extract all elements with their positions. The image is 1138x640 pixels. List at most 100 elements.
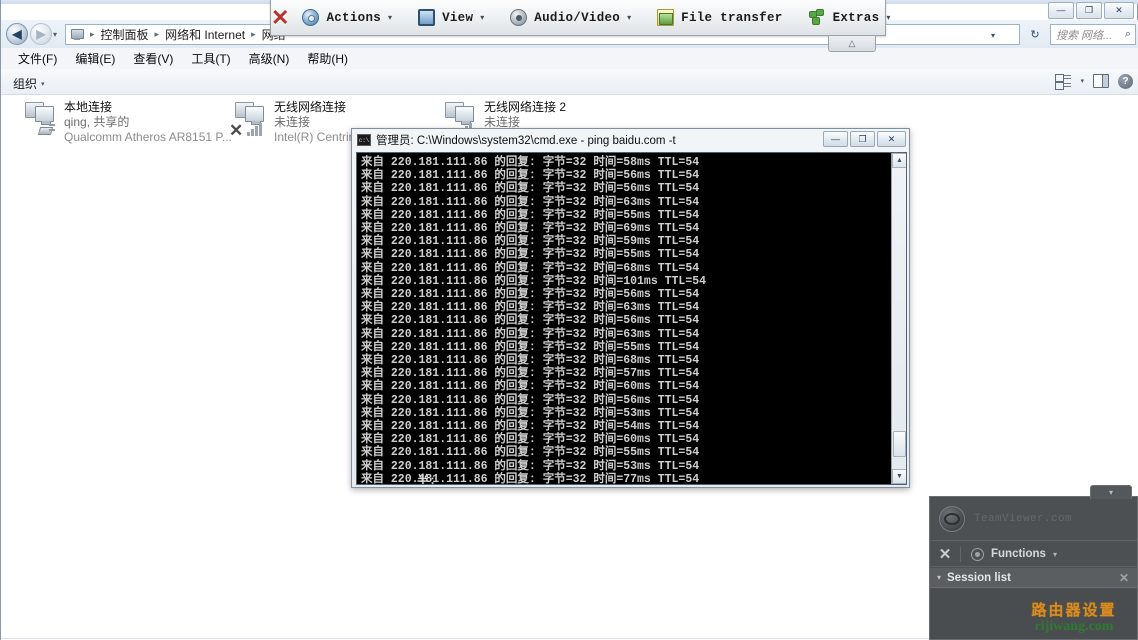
forward-button[interactable]: ▶ [30,23,52,45]
change-view-icon[interactable] [1055,73,1072,90]
command-bar: 组织 ▾ ▾ ? [1,69,1138,95]
chevron-down-icon: ▾ [1108,488,1113,497]
close-button[interactable]: ✕ [1104,2,1134,19]
menu-help[interactable]: 帮助(H) [298,50,357,67]
tv-audio-video-button[interactable]: Audio/Video ▾ [497,0,644,35]
history-dropdown-icon[interactable]: ▾ [53,30,57,39]
cmd-line: 来自 220.181.111.86 的回复: 字节=32 时间=69ms TTL… [361,222,700,236]
tv-file-transfer-button[interactable]: File transfer [644,0,795,35]
tv-file-transfer-label: File transfer [681,10,783,25]
teamviewer-toolbar: ✕ Actions ▾ View ▾ Audio/Video ▾ File tr… [270,0,890,36]
cmd-output-tail: 半: [417,474,437,485]
connection-device: Qualcomm Atheros AR8151 P... [64,130,232,144]
cmd-line: 来自 220.181.111.86 的回复: 字节=32 时间=63ms TTL… [361,327,700,341]
command-bar-right: ▾ ? [1055,73,1133,90]
menu-bar: 文件(F) 编辑(E) 查看(V) 工具(T) 高级(N) 帮助(H) [1,48,1138,69]
maximize-icon: ❐ [1084,5,1094,15]
chevron-down-icon: ▾ [480,13,485,22]
scrollbar-thumb[interactable] [893,431,906,457]
minimize-icon: — [1056,5,1066,15]
cmd-line: 来自 220.181.111.86 的回复: 字节=32 时间=55ms TTL… [361,248,700,262]
chevron-down-icon[interactable]: ▾ [1080,77,1084,85]
tv-extras-button[interactable]: Extras ▾ [796,0,904,35]
close-icon: ✕ [887,133,896,144]
cmd-line: 来自 220.181.111.86 的回复: 字节=32 时间=53ms TTL… [361,406,700,420]
list-item[interactable]: 本地连接 qing, 共享的 Qualcomm Atheros AR8151 P… [17,100,232,148]
connection-name: 无线网络连接 2 [484,100,567,114]
minimize-button[interactable]: — [1048,2,1074,19]
cmd-line: 来自 220.181.111.86 的回复: 字节=32 时间=54ms TTL… [361,420,700,434]
refresh-button[interactable]: ↻ [1024,24,1046,45]
cmd-line: 来自 220.181.111.86 的回复: 字节=32 时间=68ms TTL… [361,261,700,275]
chevron-down-icon: ▾ [41,81,45,88]
camera-icon [510,9,528,26]
menu-edit[interactable]: 编辑(E) [66,50,124,67]
cmd-close-button[interactable]: ✕ [877,131,906,147]
connection-icons [17,100,63,142]
address-dropdown-icon[interactable]: ▾ [991,31,995,40]
cmd-line: 来自 220.181.111.86 的回复: 字节=32 时间=56ms TTL… [361,288,700,302]
session-list-close-icon[interactable]: ✕ [1119,571,1129,585]
teamviewer-panel-collapse-tab[interactable]: ▾ [1090,485,1132,499]
functions-label[interactable]: Functions [991,548,1046,560]
organize-button[interactable]: 组织 ▾ [13,75,45,92]
cmd-line: 来自 220.181.111.86 的回复: 字节=32 时间=56ms TTL… [361,169,700,183]
ethernet-plug-icon [37,122,55,136]
cmd-scrollbar[interactable]: ▲ ▼ [891,153,906,484]
chevron-down-icon: ▾ [388,13,393,22]
close-icon: ✕ [1115,5,1123,15]
teamviewer-toolbar-collapse-handle[interactable]: △ [828,36,876,52]
panel-close-button[interactable]: ✕ [930,547,960,562]
cmd-line: 来自 220.181.111.86 的回复: 字节=32 时间=56ms TTL… [361,314,700,328]
cmd-console-output[interactable]: 来自 220.181.111.86 的回复: 字节=32 时间=58ms TTL… [356,152,907,485]
chevron-down-icon[interactable]: ▾ [937,573,941,582]
menu-file[interactable]: 文件(F) [9,50,66,67]
cmd-line: 来自 220.181.111.86 的回复: 字节=32 时间=58ms TTL… [361,156,700,169]
cmd-line: 来自 220.181.111.86 的回复: 字节=32 时间=56ms TTL… [361,393,700,407]
watermark-chinese: 路由器设置 [1031,602,1117,619]
breadcrumb-separator: ▸ [90,29,95,39]
cmd-icon: c:\ [357,134,371,146]
breadcrumb-item-network-internet[interactable]: 网络和 Internet [163,26,247,43]
search-input[interactable]: 搜索 网络... ⌕ [1050,24,1136,45]
session-list-header[interactable]: ▾ Session list ✕ [930,568,1137,588]
connection-text: 无线网络连接 2 未连接 [484,100,634,130]
teamviewer-close-session-button[interactable]: ✕ [271,0,289,35]
connection-icons: ✕ [227,100,273,142]
connection-text: 本地连接 qing, 共享的 Qualcomm Atheros AR8151 P… [64,100,232,145]
scroll-up-button[interactable]: ▲ [892,153,906,168]
minimize-icon: — [831,133,840,144]
cmd-minimize-button[interactable]: — [823,131,848,147]
cmd-line: 来自 220.181.111.86 的回复: 字节=32 时间=63ms TTL… [361,301,700,315]
teamviewer-brand-row: TeamViewer.com [930,497,1137,541]
cmd-title-text: 管理员: C:\Windows\system32\cmd.exe - ping … [376,135,676,147]
folder-transfer-icon [657,9,675,26]
chevron-down-icon: ▾ [886,13,891,22]
breadcrumb-item-control-panel[interactable]: 控制面板 [99,26,151,43]
help-icon[interactable]: ? [1118,73,1133,89]
tv-view-button[interactable]: View ▾ [405,0,497,35]
disconnected-x-icon: ✕ [229,121,244,140]
cmd-line: 来自 220.181.111.86 的回复: 字节=32 时间=55ms TTL… [361,340,700,354]
tv-view-label: View [442,10,474,25]
menu-advanced[interactable]: 高级(N) [240,50,299,67]
back-arrow-icon: ◀ [12,27,22,41]
screen: — ❐ ✕ ◀ ▶ ▾ ▸ 控制面板 ▸ 网络和 Internet ▸ 网络 ▾ [0,0,1138,640]
tv-actions-button[interactable]: Actions ▾ [289,0,405,35]
explorer-window-controls: — ❐ ✕ [1048,2,1134,19]
command-prompt-window: c:\ 管理员: C:\Windows\system32\cmd.exe - p… [351,128,910,488]
search-icon: ⌕ [1124,28,1131,40]
back-button[interactable]: ◀ [6,23,28,45]
menu-tools[interactable]: 工具(T) [182,50,239,67]
chevron-down-icon: ▼ [896,473,903,480]
scroll-down-button[interactable]: ▼ [892,469,906,484]
chevron-down-icon[interactable]: ▾ [1053,550,1057,559]
search-placeholder: 搜索 网络... [1056,29,1113,42]
cmd-maximize-button[interactable]: ❐ [850,131,875,147]
breadcrumb-separator: ▸ [251,29,256,39]
preview-pane-icon[interactable] [1093,74,1109,88]
cmd-line: 来自 220.181.111.86 的回复: 字节=32 时间=77ms TTL… [361,472,700,485]
maximize-button[interactable]: ❐ [1076,2,1102,19]
menu-view[interactable]: 查看(V) [124,50,182,67]
cmd-line: 来自 220.181.111.86 的回复: 字节=32 时间=55ms TTL… [361,446,700,460]
